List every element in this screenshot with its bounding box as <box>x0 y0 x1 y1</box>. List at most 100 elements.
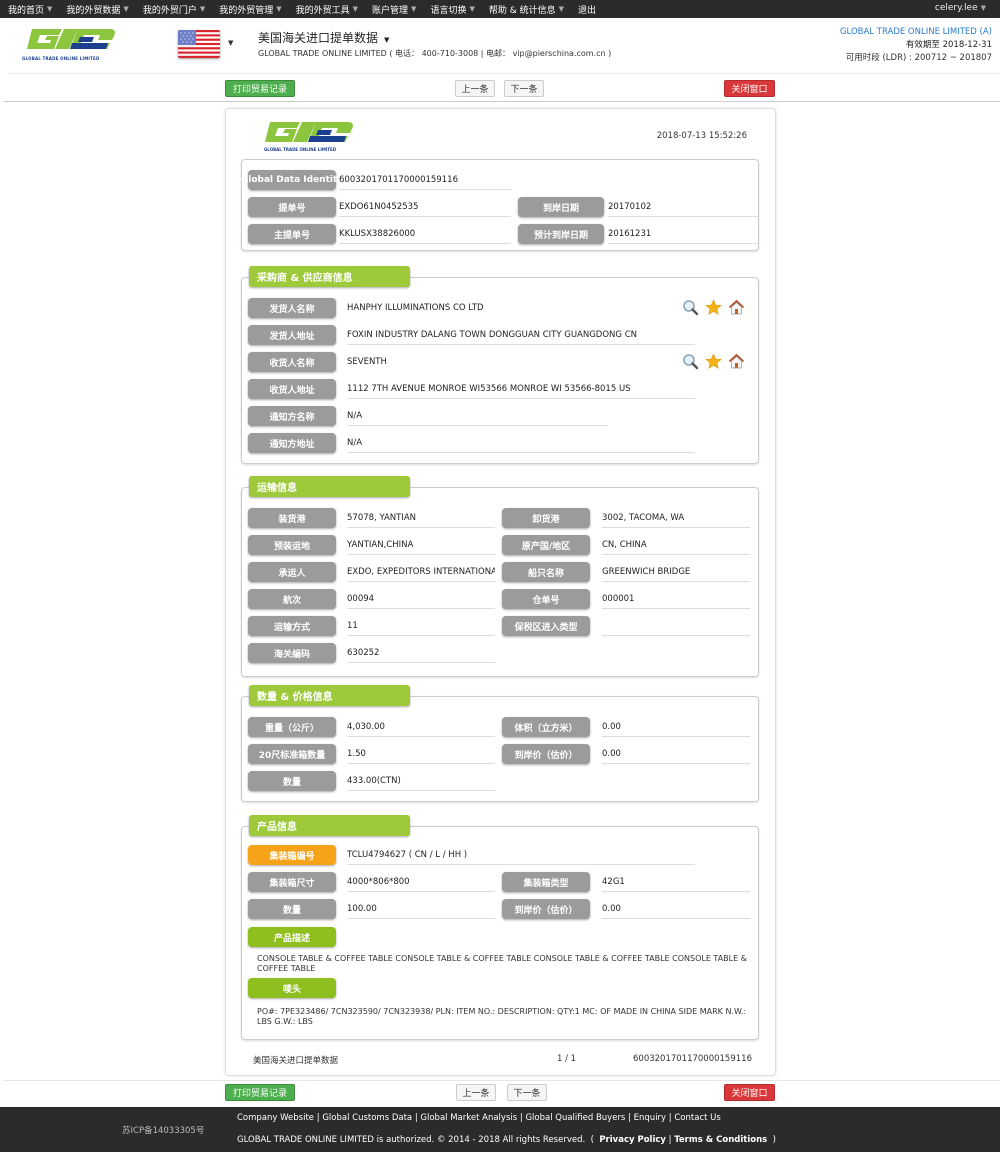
star-icon[interactable] <box>705 353 722 370</box>
nav-label: 我的外贸数据 <box>66 5 121 16</box>
field-label: 主提单号 <box>248 224 336 244</box>
nav-account[interactable]: 账户管理 ▼ <box>364 3 416 16</box>
master-bl-value: KKLUSX38826000 <box>339 224 511 244</box>
container-number-value: TCLU4794627 ( CN / L / HH ) <box>347 845 695 865</box>
print-record-button[interactable]: 打印贸易记录 <box>225 80 295 97</box>
section-title: 产品信息 <box>249 815 410 836</box>
close-window-button[interactable]: 关闭窗口 <box>724 1084 775 1101</box>
field-label: 集装箱尺寸 <box>248 872 336 892</box>
consignee-name-link[interactable]: SEVENTH <box>347 352 547 372</box>
vessel-value: GREENWICH BRIDGE <box>602 562 750 582</box>
field-label: 保税区进入类型 <box>502 616 590 636</box>
star-icon[interactable] <box>705 299 722 316</box>
section-title: 数量 & 价格信息 <box>249 685 410 706</box>
gto-logo-icon <box>26 26 116 52</box>
field-label: Global Data Identity <box>241 170 343 190</box>
country-dropdown-caret-icon[interactable]: ▼ <box>228 39 233 47</box>
field-label: 海关编码 <box>248 643 336 663</box>
close-window-button[interactable]: 关闭窗口 <box>724 80 775 97</box>
home-icon[interactable] <box>728 299 745 316</box>
nav-my-trade-data[interactable]: 我的外贸数据 ▼ <box>58 3 128 16</box>
next-record-button[interactable]: 下一条 <box>504 80 544 97</box>
transport-mode-value: 11 <box>347 616 495 636</box>
terms-link[interactable]: Terms & Conditions <box>674 1135 767 1145</box>
field-label: 航次 <box>248 589 336 609</box>
page-header: GLOBAL TRADE ONLINE LIMITED ▼ 美国海关进口提单数据… <box>0 18 1000 74</box>
product-cif-value: 0.00 <box>602 899 750 919</box>
us-flag-icon[interactable] <box>178 30 220 58</box>
field-label: 船只名称 <box>502 562 590 582</box>
chevron-down-icon: ▼ <box>384 36 390 44</box>
nav-my-trade-portal[interactable]: 我的外贸门户 ▼ <box>135 3 205 16</box>
print-record-button[interactable]: 打印贸易记录 <box>225 1084 295 1101</box>
home-icon[interactable] <box>728 353 745 370</box>
customs-code-value: 630252 <box>347 643 495 663</box>
gto-logo-icon <box>264 119 354 145</box>
nav-label: 我的外贸管理 <box>219 5 274 16</box>
quantity-price-section: 数量 & 价格信息 重量（公斤） 4,030.00 体积（立方米） 0.00 2… <box>241 685 759 802</box>
shipper-name-link[interactable]: HANPHY ILLUMINATIONS CO LTD <box>347 298 547 318</box>
container-size-value: 4000*806*800 <box>347 872 495 892</box>
company-logo[interactable]: GLOBAL TRADE ONLINE LIMITED <box>22 26 118 64</box>
chevron-down-icon: ▼ <box>980 4 986 12</box>
nav-my-trade-tools[interactable]: 我的外贸工具 ▼ <box>288 3 358 16</box>
container-type-value: 42G1 <box>602 872 750 892</box>
page-indicator: 1 / 1 <box>557 1054 577 1064</box>
nav-home[interactable]: 我的首页 ▼ <box>0 3 52 16</box>
global-data-identity-value: 6003201701170000159116 <box>339 170 511 190</box>
nav-label: 我的外贸工具 <box>295 5 350 16</box>
data-source: 美国海关进口提单数据 <box>253 1056 339 1066</box>
record-timestamp: 2018-07-13 15:52:26 <box>656 131 747 141</box>
footer-link-contact-us[interactable]: Contact Us <box>674 1113 720 1123</box>
footer-link-global-qualified-buyers[interactable]: Global Qualified Buyers <box>525 1113 625 1123</box>
field-label: 集装箱类型 <box>502 872 590 892</box>
product-quantity-value: 100.00 <box>347 899 495 919</box>
previous-record-button[interactable]: 上一条 <box>456 1084 496 1101</box>
product-description: CONSOLE TABLE & COFFEE TABLE CONSOLE TAB… <box>257 954 747 973</box>
next-record-button[interactable]: 下一条 <box>507 1084 547 1101</box>
search-icon[interactable] <box>682 299 699 316</box>
nav-my-trade-management[interactable]: 我的外贸管理 ▼ <box>211 3 281 16</box>
nav-label: 我的首页 <box>8 5 45 16</box>
icp-license: 苏ICP备14033305号 <box>122 1126 205 1136</box>
valid-until: 有效期至 2018-12-31 <box>840 39 992 52</box>
nav-help-stats[interactable]: 帮助 & 统计信息 ▼ <box>481 3 564 16</box>
previous-record-button[interactable]: 上一条 <box>455 80 495 97</box>
field-label: 20尺标准箱数量 <box>248 744 336 764</box>
nav-logout[interactable]: 退出 <box>570 3 596 16</box>
teu-value: 1.50 <box>347 744 495 764</box>
chevron-down-icon: ▼ <box>123 5 129 13</box>
field-label: 收货人名称 <box>248 352 336 372</box>
user-menu[interactable]: celery.lee ▼ <box>935 3 986 13</box>
section-title: 运输信息 <box>249 476 410 497</box>
privacy-policy-link[interactable]: Privacy Policy <box>599 1135 666 1145</box>
field-label: 收货人地址 <box>248 379 336 399</box>
valid-date: 2018-12-31 <box>942 40 992 50</box>
voyage-value: 00094 <box>347 589 495 609</box>
footer-link-company-website[interactable]: Company Website <box>237 1113 314 1123</box>
nav-language[interactable]: 语言切换 ▼ <box>422 3 474 16</box>
field-label: 数量 <box>248 899 336 919</box>
nav-label: 帮助 & 统计信息 <box>488 5 556 16</box>
field-label: 预计到岸日期 <box>518 224 604 244</box>
chevron-down-icon: ▼ <box>352 5 359 13</box>
bill-of-lading-value: EXDO61N0452535 <box>339 197 511 217</box>
footer-link-enquiry[interactable]: Enquiry <box>634 1113 666 1123</box>
page-title[interactable]: 美国海关进口提单数据 ▼ <box>258 29 389 46</box>
footer-link-global-customs-data[interactable]: Global Customs Data <box>322 1113 412 1123</box>
field-label: 重量（公斤） <box>248 717 336 737</box>
arrival-date-value: 20170102 <box>608 197 758 217</box>
search-icon[interactable] <box>682 353 699 370</box>
consignee-actions <box>682 353 745 370</box>
field-label: 唛头 <box>248 978 336 998</box>
field-label: 仓单号 <box>502 589 590 609</box>
notify-address-value: N/A <box>347 433 695 453</box>
valid-label: 有效期至 <box>905 40 940 50</box>
footer-link-global-market-analysis[interactable]: Global Market Analysis <box>420 1113 517 1123</box>
section-title: 采购商 & 供应商信息 <box>249 266 410 287</box>
field-label: 到岸价（估价） <box>502 899 590 919</box>
product-section: 产品信息 集装箱编号 TCLU4794627 ( CN / L / HH ) 集… <box>241 815 759 1040</box>
field-label: 装货港 <box>248 508 336 528</box>
field-label: 到岸价（估价） <box>502 744 590 764</box>
shipper-address-value: FOXIN INDUSTRY DALANG TOWN DONGGUAN CITY… <box>347 325 695 345</box>
